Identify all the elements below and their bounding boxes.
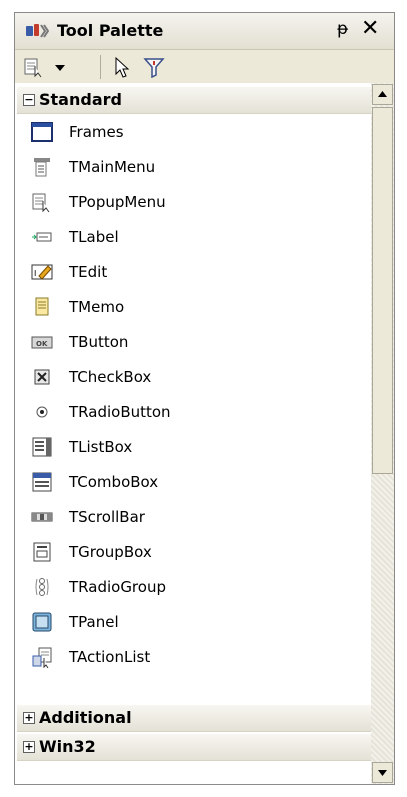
item-label: TMainMenu [69, 158, 156, 176]
list-item[interactable]: TMemo [17, 290, 371, 324]
expand-icon[interactable]: + [23, 741, 35, 753]
list-item[interactable]: TPopupMenu [17, 185, 371, 219]
popup-menu-icon [31, 191, 53, 213]
listbox-icon [31, 436, 53, 458]
list-item[interactable]: TMainMenu [17, 150, 371, 184]
button-icon: OK [31, 331, 53, 353]
title-bar[interactable]: Tool Palette ᵽ ✕ [15, 13, 394, 50]
categories-dropdown-icon[interactable] [23, 56, 45, 78]
category-label: Standard [39, 90, 122, 109]
list-item[interactable]: I TEdit [17, 255, 371, 289]
vertical-scrollbar[interactable] [371, 83, 394, 784]
list-item[interactable]: TRadioButton [17, 395, 371, 429]
list-item[interactable]: OK TButton [17, 325, 371, 359]
category-label: Win32 [39, 737, 96, 756]
scrollbar-thumb[interactable] [372, 107, 393, 474]
combobox-icon [31, 471, 53, 493]
item-label: TButton [69, 333, 129, 351]
list-item[interactable]: TRadioGroup [17, 570, 371, 604]
label-icon [31, 226, 53, 248]
category-win32[interactable]: + Win32 [17, 734, 371, 761]
list-item[interactable]: TListBox [17, 430, 371, 464]
item-label: TEdit [69, 263, 108, 281]
collapse-icon[interactable]: − [23, 94, 35, 106]
item-label: TMemo [69, 298, 125, 316]
checkbox-icon [31, 366, 53, 388]
item-label: Frames [69, 123, 124, 141]
item-label: TLabel [69, 228, 119, 246]
main-menu-icon [31, 156, 53, 178]
list-item[interactable]: TScrollBar [17, 500, 371, 534]
item-label: TGroupBox [69, 543, 152, 561]
pointer-icon[interactable] [111, 56, 133, 78]
list-item[interactable]: TGroupBox [17, 535, 371, 569]
item-label: TListBox [69, 438, 133, 456]
item-label: TScrollBar [69, 508, 145, 526]
list-item[interactable]: TPanel [17, 605, 371, 639]
item-label: TComboBox [69, 473, 159, 491]
list-item[interactable]: TComboBox [17, 465, 371, 499]
memo-icon [31, 296, 53, 318]
category-additional[interactable]: + Additional [17, 705, 371, 732]
list-item[interactable]: TActionList [17, 640, 371, 674]
svg-text:OK: OK [36, 340, 48, 348]
radio-group-icon [31, 576, 53, 598]
scrollbar-icon [31, 506, 53, 528]
toolbar [15, 50, 394, 83]
edit-icon: I [31, 261, 53, 283]
filter-icon[interactable] [143, 56, 165, 79]
pin-icon[interactable]: ᵽ [337, 19, 348, 39]
item-label: TPopupMenu [69, 193, 166, 211]
frames-icon [31, 121, 53, 143]
panel-title: Tool Palette [57, 21, 164, 40]
item-label: TCheckBox [69, 368, 152, 386]
toolbar-separator [100, 55, 101, 79]
item-label: TPanel [69, 613, 119, 631]
list-item[interactable]: TLabel [17, 220, 371, 254]
groupbox-icon [31, 541, 53, 563]
item-label: TRadioGroup [69, 578, 166, 596]
list-item[interactable]: Frames [17, 115, 371, 149]
scroll-down-button[interactable] [372, 762, 393, 783]
tool-palette-icon [25, 22, 50, 44]
dropdown-arrow-icon[interactable] [49, 56, 71, 78]
item-label: TActionList [69, 648, 151, 666]
action-list-icon [31, 646, 53, 669]
close-icon[interactable]: ✕ [361, 16, 379, 41]
tool-palette-panel: Tool Palette ᵽ ✕ − Standard Frames TMain… [14, 12, 395, 785]
item-label: TRadioButton [69, 403, 171, 421]
scroll-up-button[interactable] [372, 84, 393, 105]
component-list: − Standard Frames TMainMenu TPopupMenu T… [15, 83, 394, 784]
svg-text:I: I [34, 269, 36, 278]
radio-button-icon [31, 401, 53, 423]
panel-icon [31, 611, 53, 633]
category-label: Additional [39, 708, 132, 727]
category-standard[interactable]: − Standard [17, 87, 371, 114]
list-item[interactable]: TCheckBox [17, 360, 371, 394]
expand-icon[interactable]: + [23, 712, 35, 724]
